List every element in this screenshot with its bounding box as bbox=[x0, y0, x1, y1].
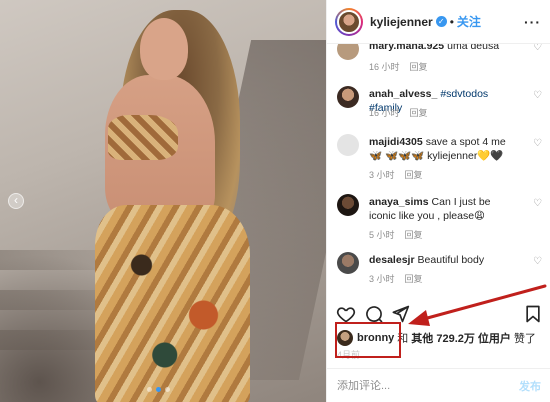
comment-username[interactable]: anaya_sims bbox=[369, 196, 429, 208]
reply-button[interactable]: 回复 bbox=[410, 108, 428, 118]
commenter-avatar[interactable] bbox=[337, 86, 359, 108]
comments-list: mary.mana.925 uma deusa 16 小时 回复 ♡ anah_al… bbox=[327, 44, 550, 296]
comment-username[interactable]: majidi4305 bbox=[369, 136, 423, 148]
comment-time: 3 小时 bbox=[369, 274, 395, 284]
carousel-prev-icon[interactable]: ‹ bbox=[8, 193, 24, 209]
post-photo[interactable]: ‹ bbox=[0, 0, 326, 402]
comment-username[interactable]: desalesjr bbox=[369, 254, 415, 266]
comment-meta: 16 小时 回复 bbox=[369, 60, 438, 73]
carousel-dot bbox=[147, 387, 152, 392]
header-separator: • bbox=[449, 14, 454, 29]
comment-time: 16 小时 bbox=[369, 62, 400, 72]
add-comment-bar: 发布 bbox=[327, 368, 550, 402]
post-header: kyliejenner ✓ • 关注 ··· bbox=[327, 0, 550, 44]
comment-body: mary.mana.925 uma deusa bbox=[369, 44, 519, 53]
comment-text: uma deusa bbox=[447, 44, 500, 52]
comment-body: desalesjr Beautiful body bbox=[369, 253, 519, 267]
commenter-avatar[interactable] bbox=[337, 134, 359, 156]
reply-button[interactable]: 回复 bbox=[410, 62, 428, 72]
author-avatar-image bbox=[337, 9, 361, 34]
carousel-dot bbox=[165, 387, 170, 392]
comment-time: 3 小时 bbox=[369, 170, 395, 180]
comment-time: 5 小时 bbox=[369, 230, 395, 240]
comment-time: 16 小时 bbox=[369, 108, 400, 118]
comment-item: anaya_sims Can I just be iconic like you … bbox=[337, 194, 542, 244]
commenter-avatar[interactable] bbox=[337, 44, 359, 60]
comment-item: mary.mana.925 uma deusa 16 小时 回复 ♡ bbox=[337, 44, 542, 72]
reply-button[interactable]: 回复 bbox=[405, 230, 423, 240]
comment-item: majidi4305 save a spot 4 me 🦋 🦋🦋🦋 kylieje… bbox=[337, 134, 542, 184]
comment-like-heart-icon[interactable]: ♡ bbox=[533, 44, 542, 53]
comment-body: anaya_sims Can I just be iconic like you … bbox=[369, 195, 519, 223]
comment-body: majidi4305 save a spot 4 me 🦋 🦋🦋🦋 kylieje… bbox=[369, 135, 519, 163]
verified-badge-icon: ✓ bbox=[435, 16, 447, 27]
follow-button[interactable]: 关注 bbox=[457, 13, 481, 30]
comment-meta: 3 小时 回复 bbox=[369, 168, 433, 181]
person-figure bbox=[80, 0, 250, 402]
reply-button[interactable]: 回复 bbox=[405, 170, 423, 180]
commenter-avatar[interactable] bbox=[337, 252, 359, 274]
carousel-dots bbox=[147, 387, 170, 392]
comment-meta: 16 小时 回复 bbox=[369, 106, 438, 119]
author-username[interactable]: kyliejenner bbox=[370, 15, 433, 29]
post-comment-button[interactable]: 发布 bbox=[519, 378, 541, 394]
comment-like-heart-icon[interactable]: ♡ bbox=[533, 138, 542, 149]
comment-text: Beautiful body bbox=[417, 254, 485, 266]
annotation-arrow-icon bbox=[408, 284, 547, 326]
comment-username[interactable]: anah_alvess_ bbox=[369, 88, 437, 100]
carousel-dot-active bbox=[156, 387, 161, 392]
like-heart-icon[interactable] bbox=[336, 304, 356, 324]
annotation-highlight-box bbox=[335, 322, 401, 358]
printed-top bbox=[108, 115, 178, 160]
commenter-avatar[interactable] bbox=[337, 194, 359, 216]
comment-item: anah_alvess_ #sdvtodos #family 16 小时 回复 ♡ bbox=[337, 86, 542, 126]
comment-meta: 5 小时 回复 bbox=[369, 228, 433, 241]
author-avatar[interactable] bbox=[335, 7, 363, 36]
comment-like-heart-icon[interactable]: ♡ bbox=[533, 90, 542, 101]
printed-skirt bbox=[95, 205, 250, 402]
add-comment-input[interactable] bbox=[337, 379, 519, 392]
comment-username[interactable]: mary.mana.925 bbox=[369, 44, 444, 52]
comment-like-heart-icon[interactable]: ♡ bbox=[533, 198, 542, 209]
comment-like-heart-icon[interactable]: ♡ bbox=[533, 256, 542, 267]
more-horizontal-icon[interactable]: ··· bbox=[524, 14, 541, 30]
comment-bubble-icon[interactable] bbox=[364, 304, 384, 324]
head bbox=[140, 18, 188, 80]
